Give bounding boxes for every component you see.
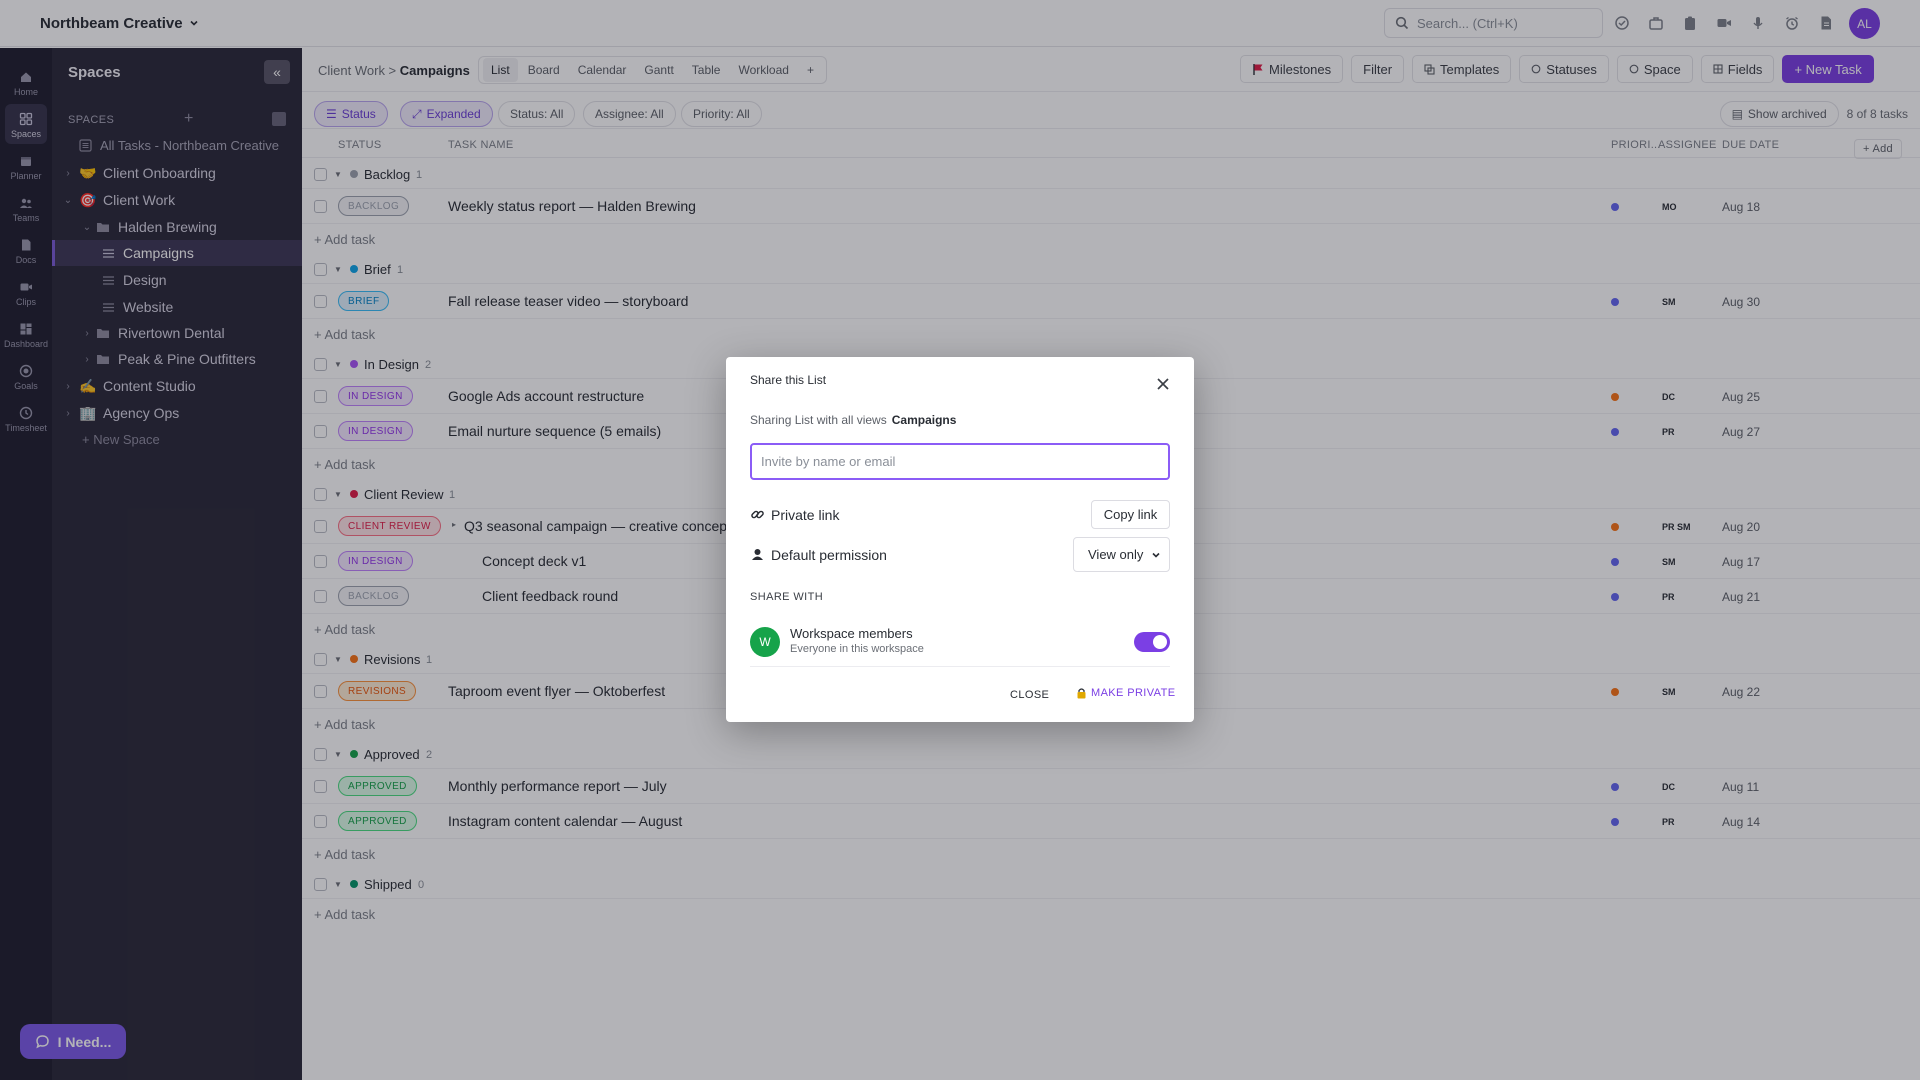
link-icon	[750, 507, 765, 522]
lock-icon	[1076, 687, 1087, 699]
label-text: Default permission	[771, 546, 887, 563]
button-label: MAKE PRIVATE	[1091, 687, 1176, 699]
copy-link-button[interactable]: Copy link	[1091, 500, 1170, 529]
modal-subtitle: Sharing List with all views Campaigns	[750, 413, 956, 427]
modal-title: Share this List	[750, 373, 827, 387]
select-value: View only	[1088, 547, 1144, 562]
label-text: Private link	[771, 506, 840, 523]
share-with-heading: SHARE WITH	[750, 591, 824, 603]
list-name: Campaigns	[891, 413, 957, 427]
chevron-down-icon	[1151, 550, 1161, 560]
subtitle-text: Sharing List with all views	[750, 413, 887, 427]
default-permission-row: Default permission View only	[750, 537, 1170, 572]
member-name: Workspace members	[790, 626, 913, 641]
invite-input[interactable]	[750, 443, 1170, 480]
default-permission-label: Default permission	[750, 547, 887, 563]
private-link-label: Private link	[750, 507, 839, 523]
close-button[interactable]: CLOSE	[1010, 689, 1049, 701]
close-icon[interactable]	[1156, 377, 1172, 393]
workspace-avatar: W	[750, 627, 780, 657]
permission-select[interactable]: View only	[1073, 537, 1170, 572]
people-icon	[750, 547, 765, 562]
member-description: Everyone in this workspace	[790, 643, 924, 655]
share-list-modal: Share this List Sharing List with all vi…	[726, 357, 1194, 722]
make-private-button[interactable]: MAKE PRIVATE	[1076, 687, 1175, 699]
divider	[750, 666, 1170, 667]
private-link-row: Private link Copy link	[750, 500, 1170, 529]
workspace-members-toggle[interactable]	[1134, 632, 1170, 652]
